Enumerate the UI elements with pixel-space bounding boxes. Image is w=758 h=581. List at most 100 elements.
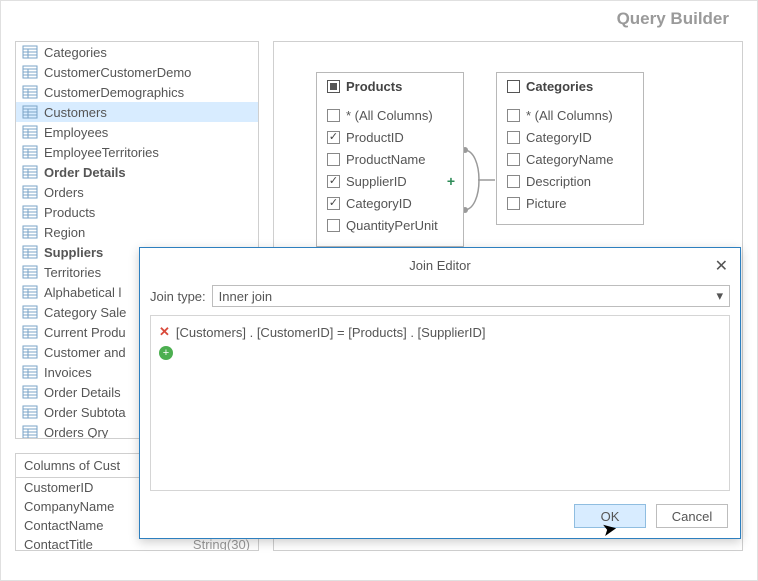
table-label: CustomerCustomerDemo — [44, 65, 191, 80]
checkbox-icon[interactable] — [327, 219, 340, 232]
entity-column-label: Description — [526, 174, 591, 189]
table-item[interactable]: Order Details — [16, 162, 258, 182]
table-item[interactable]: CustomerCustomerDemo — [16, 62, 258, 82]
page-title: Query Builder — [1, 1, 757, 41]
table-icon — [22, 385, 38, 399]
entity-column-label: * (All Columns) — [526, 108, 613, 123]
table-icon — [22, 245, 38, 259]
table-icon — [22, 345, 38, 359]
table-item[interactable]: Region — [16, 222, 258, 242]
close-icon[interactable]: ✕ — [715, 256, 728, 276]
entity-column[interactable]: CategoryID — [507, 126, 633, 148]
delete-condition-icon[interactable]: ✕ — [159, 324, 170, 340]
empty-square-icon — [507, 80, 520, 93]
condition-row[interactable]: ✕ [Customers] . [CustomerID] = [Products… — [159, 322, 721, 342]
table-label: Orders Qry — [44, 425, 108, 440]
entity-column[interactable]: Description — [507, 170, 633, 192]
ok-button[interactable]: OK — [574, 504, 646, 528]
add-condition-icon[interactable]: + — [159, 346, 173, 360]
join-type-label: Join type: — [150, 289, 206, 304]
cancel-button[interactable]: Cancel — [656, 504, 728, 528]
table-icon — [22, 125, 38, 139]
table-icon — [22, 425, 38, 439]
table-icon — [22, 325, 38, 339]
table-icon — [22, 145, 38, 159]
table-icon — [22, 165, 38, 179]
entity-column[interactable]: SupplierID + — [327, 170, 453, 192]
join-type-value: Inner join — [219, 289, 272, 304]
entity-column-label: Picture — [526, 196, 566, 211]
checkbox-icon[interactable] — [507, 109, 520, 122]
checkbox-icon[interactable] — [327, 109, 340, 122]
entity-products[interactable]: Products * (All Columns) ProductID Product… — [316, 72, 464, 247]
column-name: CustomerID — [24, 480, 93, 495]
column-name: CompanyName — [24, 499, 114, 514]
table-icon — [22, 365, 38, 379]
chevron-down-icon: ▾ — [716, 288, 723, 304]
entity-categories[interactable]: Categories * (All Columns) CategoryIDCate… — [496, 72, 644, 225]
table-icon — [22, 105, 38, 119]
checkbox-icon[interactable] — [507, 197, 520, 210]
table-label: Products — [44, 205, 95, 220]
table-label: Alphabetical l — [44, 285, 121, 300]
entity-column-label: ProductID — [346, 130, 404, 145]
dialog-title-label: Join Editor — [409, 258, 470, 273]
table-label: Suppliers — [44, 245, 103, 260]
checkbox-icon[interactable] — [327, 153, 340, 166]
entity-column[interactable]: QuantityPerUnit — [327, 214, 453, 236]
table-label: Employees — [44, 125, 108, 140]
entity-column-label: QuantityPerUnit — [346, 218, 438, 233]
table-icon — [22, 65, 38, 79]
table-label: Territories — [44, 265, 101, 280]
entity-title-label: Products — [346, 79, 402, 94]
entity-column[interactable]: * (All Columns) — [507, 104, 633, 126]
checkbox-icon[interactable] — [507, 153, 520, 166]
entity-column-label: ProductName — [346, 152, 425, 167]
condition-text: [Customers] . [CustomerID] = [Products] … — [176, 325, 486, 340]
table-item[interactable]: Categories — [16, 42, 258, 62]
entity-column[interactable]: ProductName — [327, 148, 453, 170]
table-icon — [22, 225, 38, 239]
table-item[interactable]: CustomerDemographics — [16, 82, 258, 102]
table-icon — [22, 405, 38, 419]
table-item[interactable]: Employees — [16, 122, 258, 142]
conditions-area[interactable]: ✕ [Customers] . [CustomerID] = [Products… — [150, 315, 730, 491]
entity-title-label: Categories — [526, 79, 593, 94]
table-label: Orders — [44, 185, 84, 200]
table-label: Order Details — [44, 165, 126, 180]
column-type: String(30) — [193, 537, 250, 551]
table-item[interactable]: Customers — [16, 102, 258, 122]
entity-column[interactable]: ProductID — [327, 126, 453, 148]
column-name: ContactTitle — [24, 537, 93, 551]
table-label: Order Subtota — [44, 405, 126, 420]
table-label: Order Details — [44, 385, 121, 400]
entity-column-label: SupplierID — [346, 174, 407, 189]
table-label: Categories — [44, 45, 107, 60]
table-item[interactable]: EmployeeTerritories — [16, 142, 258, 162]
checkbox-icon[interactable] — [327, 131, 340, 144]
entity-column[interactable]: CategoryID — [327, 192, 453, 214]
table-item[interactable]: Orders — [16, 182, 258, 202]
checkbox-icon[interactable] — [507, 131, 520, 144]
join-editor-dialog: Join Editor ✕ Join type: Inner join ▾ ✕ … — [139, 247, 741, 539]
table-item[interactable]: Products — [16, 202, 258, 222]
entity-column-label: CategoryID — [346, 196, 412, 211]
entity-column[interactable]: * (All Columns) — [327, 104, 453, 126]
join-type-select[interactable]: Inner join ▾ — [212, 285, 730, 307]
filled-square-icon — [327, 80, 340, 93]
table-label: CustomerDemographics — [44, 85, 184, 100]
entity-column-label: * (All Columns) — [346, 108, 433, 123]
table-icon — [22, 205, 38, 219]
table-label: Customer and — [44, 345, 126, 360]
table-label: Invoices — [44, 365, 92, 380]
table-icon — [22, 85, 38, 99]
table-label: Current Produ — [44, 325, 126, 340]
checkbox-icon[interactable] — [327, 197, 340, 210]
entity-column[interactable]: CategoryName — [507, 148, 633, 170]
table-icon — [22, 45, 38, 59]
plus-icon[interactable]: + — [447, 173, 455, 189]
checkbox-icon[interactable] — [327, 175, 340, 188]
entity-column[interactable]: Picture — [507, 192, 633, 214]
table-icon — [22, 265, 38, 279]
checkbox-icon[interactable] — [507, 175, 520, 188]
